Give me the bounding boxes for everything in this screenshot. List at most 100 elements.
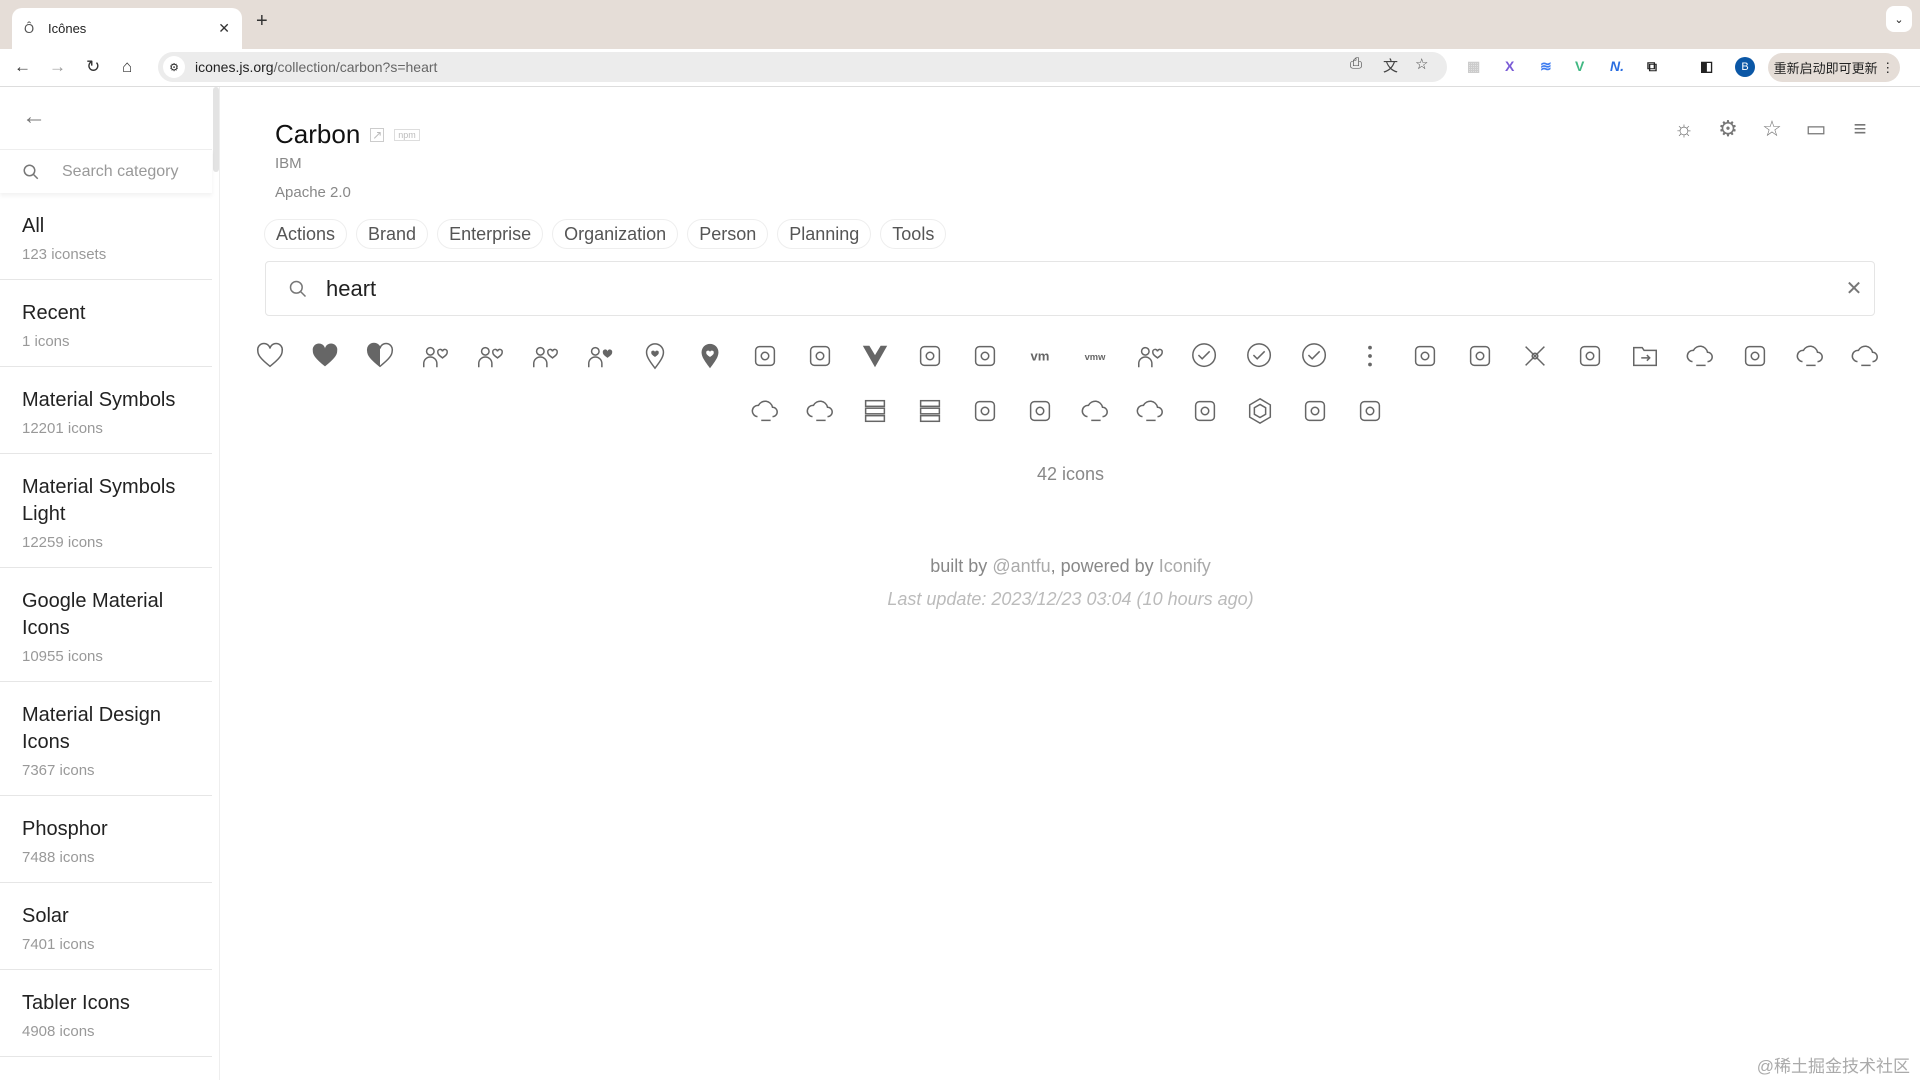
collection-license[interactable]: Apache 2.0 [275,184,351,201]
tag-enterprise[interactable]: Enterprise [437,219,544,249]
icon-cell-cloud-services[interactable] [792,383,847,438]
icon-count: 42 icons [1036,464,1105,484]
clear-search-icon[interactable]: ✕ [1834,276,1874,301]
icon-cell-cloud-monitoring[interactable] [737,383,792,438]
update-button[interactable]: 重新启动即可更新 ⋮ [1768,53,1900,82]
icon-cell-password[interactable] [1342,383,1397,438]
address-bar[interactable]: ⚙ icones.js.org/collection/carbon?s=hear… [158,52,1447,82]
icon-cell-favorite[interactable] [242,328,297,383]
new-tab-button[interactable]: + [256,10,268,33]
sidebar-collection-item[interactable]: Tabler Icons 4908 icons [0,970,212,1057]
url-host: icones.js.org [195,59,274,75]
back-icon[interactable]: ← [14,57,31,77]
icon-cell-train-heart[interactable] [737,328,792,383]
icon-cell-cloud-data-ops[interactable] [1122,383,1177,438]
icon-cell-logo-vue[interactable] [847,328,902,383]
icon-cell-user-favorite[interactable] [462,328,517,383]
menu-icon[interactable]: ≡ [1848,116,1872,141]
monitor-check-icon[interactable]: ▭ [1804,116,1828,141]
icon-cell-network[interactable] [1507,328,1562,383]
extension-x-icon[interactable]: X [1505,58,1514,74]
icon-cell-chart-error-bar[interactable] [1452,328,1507,383]
profile-avatar[interactable]: B [1735,57,1755,77]
sidebar-collection-item[interactable]: Material Symbols 12201 icons [0,367,212,454]
icon-cell-ibm-cloud-key-protect[interactable] [1177,383,1232,438]
side-panel-icon[interactable]: ◧ [1700,58,1713,75]
collection-author[interactable]: IBM [275,155,302,172]
tag-brand[interactable]: Brand [356,219,429,249]
install-app-icon[interactable]: ⎙ [1350,55,1362,72]
icon-cell-checkmark-outline-error[interactable] [1232,328,1287,383]
icon-cell-user-favorite-alt-filled[interactable] [572,328,627,383]
icon-cell-person-favorite[interactable] [407,328,462,383]
star-icon[interactable]: ☆ [1760,116,1784,141]
extension-n-icon[interactable]: N. [1610,58,1624,74]
back-arrow-icon[interactable]: ← [22,103,46,131]
category-search-input[interactable] [62,162,202,181]
browser-tab[interactable]: Ô Icônes ✕ [12,8,242,49]
icon-cell-location-heart[interactable] [627,328,682,383]
icon-cell-logo-openshift[interactable] [957,328,1012,383]
close-tab-icon[interactable]: ✕ [218,20,230,37]
extension-icon[interactable]: ▦ [1467,58,1480,75]
icon-cell-checkmark-outline-warning[interactable] [1287,328,1342,383]
icon-cell-cloud-service-management[interactable] [1837,328,1892,383]
icon-cell-cursor-user[interactable] [1122,328,1177,383]
icon-cell-logo-vmware-alt[interactable]: vmw [1067,328,1122,383]
sidebar-collection-item[interactable]: Phosphor 7488 icons [0,796,212,883]
external-link-icon[interactable]: ↗ [370,127,385,142]
icon-cell-folder-move-to[interactable] [1617,328,1672,383]
icon-cell-user-favorite-alt[interactable] [517,328,572,383]
tag-actions[interactable]: Actions [264,219,348,249]
sidebar-scrollbar[interactable] [213,87,219,172]
sidebar-collection-item[interactable]: Material Symbols Light 12259 icons [0,454,212,568]
icon-cell-cloud-alerting[interactable] [1672,328,1727,383]
tag-person[interactable]: Person [687,219,769,249]
translate-icon[interactable]: 文 [1383,55,1398,76]
site-info-icon[interactable]: ⚙ [163,56,185,78]
tag-tools[interactable]: Tools [880,219,947,249]
extension-layers-icon[interactable]: ≋ [1540,58,1552,75]
sidebar-collection-item[interactable]: All 123 iconsets [0,193,212,280]
icon-cell-hexagon-outline[interactable] [1232,383,1287,438]
icon-cell-logo-svelte[interactable] [902,328,957,383]
icon-cell-ibm-cloud-vpc-client-vpn[interactable] [1012,383,1067,438]
tab-search-button[interactable]: ⌄ [1886,6,1912,32]
reload-icon[interactable]: ↻ [86,57,100,77]
home-icon[interactable]: ⌂ [122,57,132,77]
antfu-link[interactable]: @antfu [992,556,1050,576]
icon-cell-checkmark-outline[interactable] [1177,328,1232,383]
npm-icon[interactable]: npm [394,128,420,141]
icon-cell-ibm-cloud-direct-link[interactable] [847,383,902,438]
tag-planning[interactable]: Planning [777,219,872,249]
icon-cell-filter-remove[interactable] [1727,328,1782,383]
icon-cell-server-proxy[interactable] [902,383,957,438]
icon-cell-favorite-half[interactable] [352,328,407,383]
extensions-puzzle-icon[interactable]: ⧉ [1647,58,1657,75]
icon-cell-logo-vmware[interactable]: vm [1012,328,1067,383]
icon-cell-watson-health-cross-reference[interactable] [792,328,847,383]
icon-cell-data-connected[interactable] [1397,328,1452,383]
sidebar-collection-item[interactable]: Material Design Icons 7367 icons [0,682,212,796]
ibm-cloud-dedicated-host-icon [1304,400,1325,421]
icon-cell-cloud-upload[interactable] [1782,328,1837,383]
icon-cell-location-heart-filled[interactable] [682,328,737,383]
vue-devtools-icon[interactable]: V [1575,58,1584,74]
icon-cell-ibm-cloud-pak-integration[interactable] [1562,328,1617,383]
icon-cell-favorite-filled[interactable] [297,328,352,383]
sidebar-collection-item[interactable]: Recent 1 icons [0,280,212,367]
forward-icon[interactable]: → [49,57,66,77]
icon-cell-ibm-cloud-transit-gateway[interactable] [957,383,1012,438]
icon-cell-overflow-menu-vertical[interactable] [1342,328,1397,383]
iconify-link[interactable]: Iconify [1159,556,1211,576]
icon-cell-ibm-cloud-dedicated-host[interactable] [1287,383,1342,438]
sidebar-collection-item[interactable]: Google Material Icons 10955 icons [0,568,212,682]
sun-icon[interactable]: ☼ [1672,116,1696,141]
settings-gear-icon[interactable]: ⚙ [1716,116,1740,141]
icon-search-input[interactable] [326,275,1834,302]
sidebar-collection-item[interactable]: Solar 7401 icons [0,883,212,970]
collection-count: 12259 icons [22,534,103,551]
tag-organization[interactable]: Organization [552,219,679,249]
icon-cell-weather-thunder[interactable] [1067,383,1122,438]
bookmark-star-icon[interactable]: ☆ [1415,55,1428,73]
